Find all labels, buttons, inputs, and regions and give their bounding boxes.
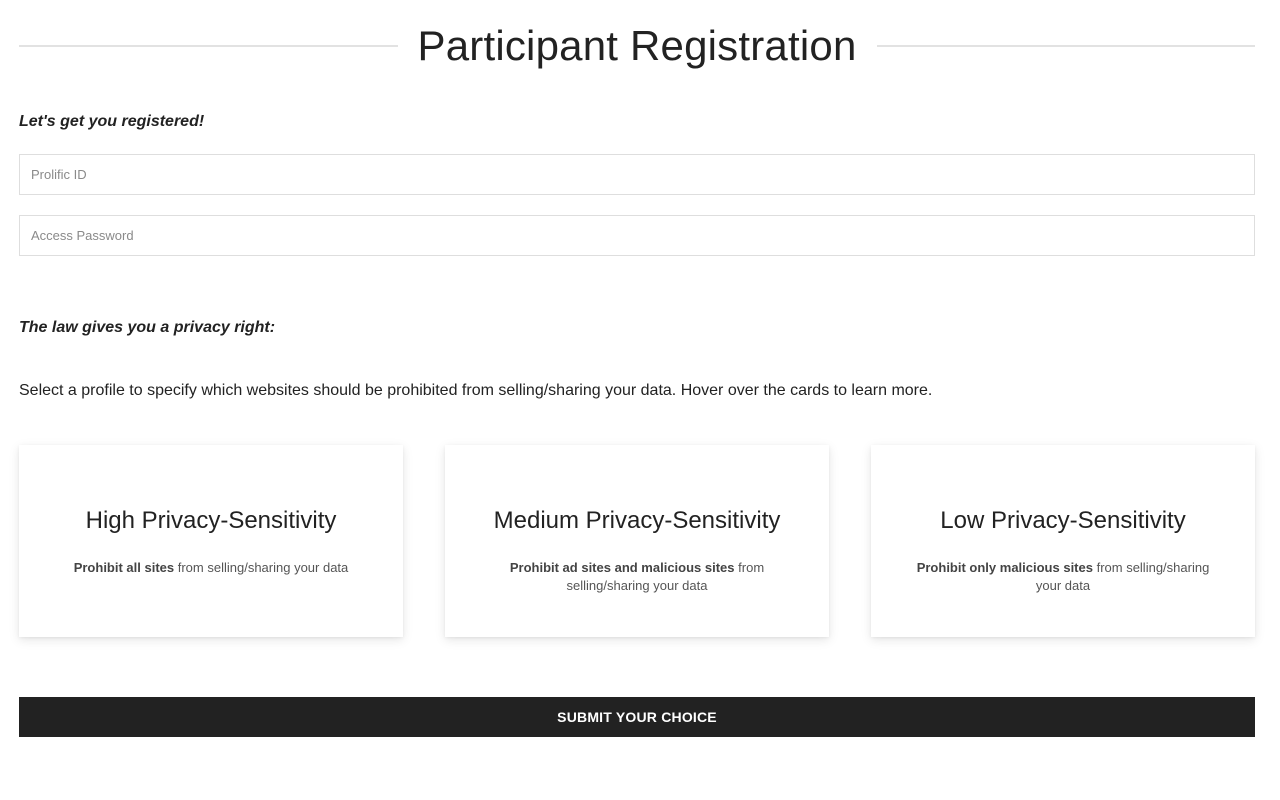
title-divider-left: [19, 45, 398, 47]
profile-card-title: Low Privacy-Sensitivity: [940, 507, 1186, 534]
profile-card-description: Prohibit ad sites and malicious sites fr…: [487, 559, 787, 595]
profile-card-description-bold: Prohibit all sites: [73, 560, 175, 575]
title-row: Participant Registration: [19, 18, 1256, 74]
profile-card-low[interactable]: Low Privacy-Sensitivity Prohibit only ma…: [871, 445, 1255, 637]
profile-card-description-bold: Prohibit only malicious sites: [916, 560, 1093, 575]
submit-choice-button[interactable]: SUBMIT YOUR CHOICE: [19, 697, 1255, 737]
privacy-instructions: Select a profile to specify which websit…: [19, 382, 933, 399]
title-divider-right: [876, 45, 1256, 47]
profile-card-description-bold: Prohibit ad sites and malicious sites: [509, 560, 735, 575]
privacy-profile-cards: High Privacy-Sensitivity Prohibit all si…: [19, 445, 1255, 637]
profile-card-description: Prohibit all sites from selling/sharing …: [61, 559, 361, 577]
page-title: Participant Registration: [417, 22, 857, 69]
privacy-heading: The law gives you a privacy right:: [19, 319, 276, 336]
access-password-input[interactable]: [19, 215, 1255, 256]
profile-card-medium[interactable]: Medium Privacy-Sensitivity Prohibit ad s…: [445, 445, 829, 637]
profile-card-description: Prohibit only malicious sites from selli…: [913, 559, 1213, 595]
profile-card-description-rest: from selling/sharing your data: [174, 560, 349, 575]
profile-card-title: High Privacy-Sensitivity: [85, 507, 337, 534]
registration-heading: Let's get you registered!: [19, 113, 205, 130]
prolific-id-input[interactable]: [19, 154, 1255, 195]
registration-page: Participant Registration Let's get you r…: [0, 0, 1280, 800]
profile-card-high[interactable]: High Privacy-Sensitivity Prohibit all si…: [19, 445, 403, 637]
profile-card-title: Medium Privacy-Sensitivity: [493, 507, 781, 534]
